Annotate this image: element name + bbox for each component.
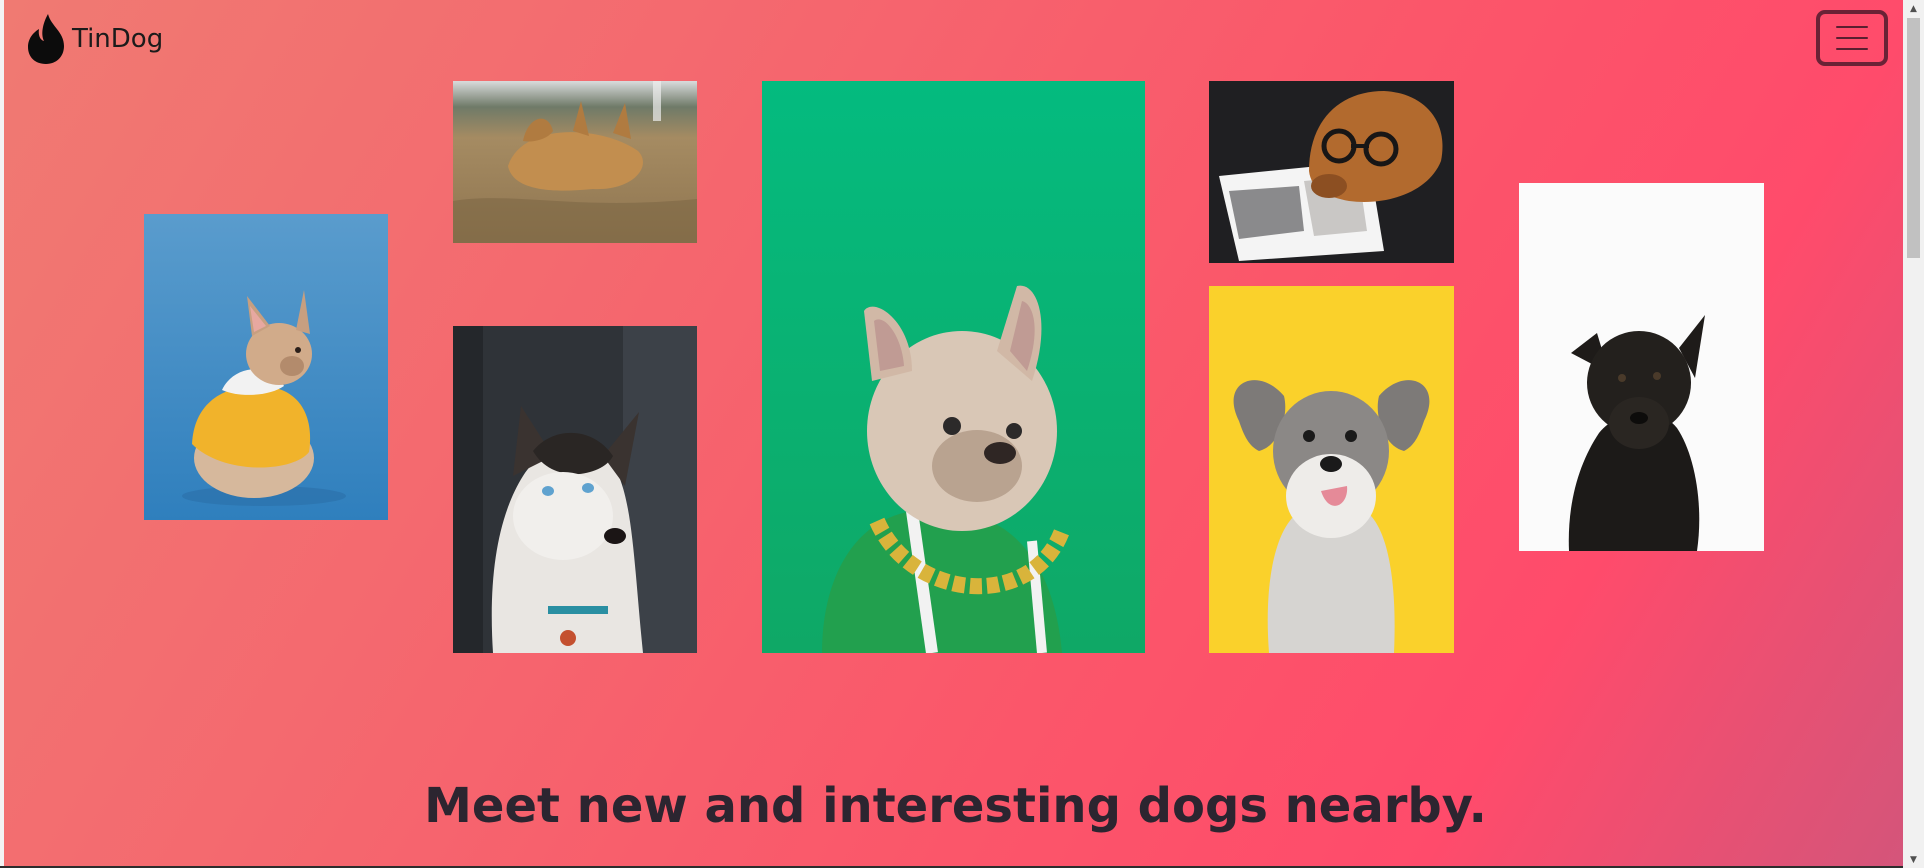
hamburger-menu-icon [1836,26,1868,28]
dog-photo-reading-glasses [1209,81,1454,263]
scroll-down-arrow-icon[interactable]: ▼ [1903,851,1924,868]
page-scrollbar[interactable]: ▲ ▼ [1903,0,1924,868]
hero-section: TinDog Meet new and interesting dogs nea… [4,0,1903,866]
hamburger-menu-icon [1836,48,1868,50]
dog-photo-french-bulldog-gold-chain [762,81,1145,653]
dog-photo-french-bulldog-hoodie [144,214,388,520]
page: TinDog Meet new and interesting dogs nea… [0,0,1924,868]
brand-link[interactable]: TinDog [24,12,163,66]
hamburger-menu-icon [1836,37,1868,39]
dog-photo-schnauzer [1209,286,1454,653]
dog-photo-rolling-in-grass [453,81,697,243]
dog-photo-husky [453,326,697,653]
brand-name: TinDog [72,24,164,54]
hero-tagline: Meet new and interesting dogs nearby. [424,778,1487,834]
navbar-toggler-button[interactable] [1816,10,1888,66]
scrollbar-thumb[interactable] [1907,18,1920,258]
scroll-up-arrow-icon[interactable]: ▲ [1903,0,1924,17]
flame-icon [28,14,64,64]
dog-photo-black-dog [1519,183,1764,551]
